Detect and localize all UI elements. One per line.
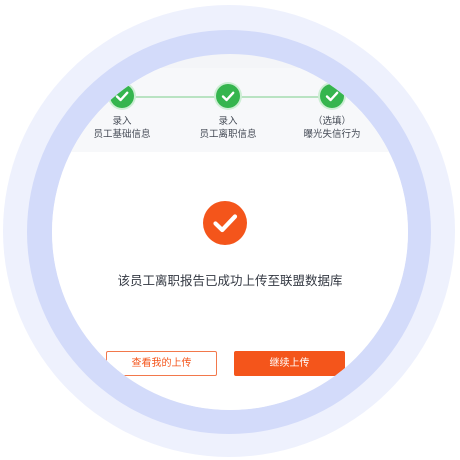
step-1-label: 录入 员工基础信息 bbox=[74, 115, 170, 141]
circular-viewport: 录入 员工基础信息 录入 员工离职信息 （选填） 曝光失信行为 该员工离职报告已… bbox=[52, 54, 408, 410]
step-1-check-icon bbox=[110, 84, 134, 108]
success-message: 该员工离职报告已成功上传至联盟数据库 bbox=[117, 273, 343, 288]
step-connector-1 bbox=[122, 96, 228, 98]
step-2-label: 录入 员工离职信息 bbox=[180, 115, 276, 141]
step-connector-2 bbox=[228, 96, 332, 98]
step-1-line2: 员工基础信息 bbox=[93, 129, 151, 140]
step-2-line1: 录入 bbox=[218, 116, 238, 127]
step-1-line1: 录入 bbox=[112, 116, 132, 127]
step-2-line2: 员工离职信息 bbox=[199, 129, 257, 140]
step-3-check-icon bbox=[320, 84, 344, 108]
step-2-check-icon bbox=[216, 84, 240, 108]
progress-steps: 录入 员工基础信息 录入 员工离职信息 （选填） 曝光失信行为 bbox=[52, 68, 408, 152]
success-check-icon bbox=[203, 201, 247, 245]
upload-result-card: 录入 员工基础信息 录入 员工离职信息 （选填） 曝光失信行为 该员工离职报告已… bbox=[52, 68, 408, 410]
step-3-line1: （选填） bbox=[312, 116, 351, 127]
step-3-line2: 曝光失信行为 bbox=[303, 129, 361, 140]
continue-upload-button[interactable]: 继续上传 bbox=[234, 351, 345, 376]
illustration-stage: 录入 员工基础信息 录入 员工离职信息 （选填） 曝光失信行为 该员工离职报告已… bbox=[0, 0, 460, 460]
step-3-label: （选填） 曝光失信行为 bbox=[284, 115, 380, 141]
view-my-uploads-button[interactable]: 查看我的上传 bbox=[106, 351, 217, 376]
